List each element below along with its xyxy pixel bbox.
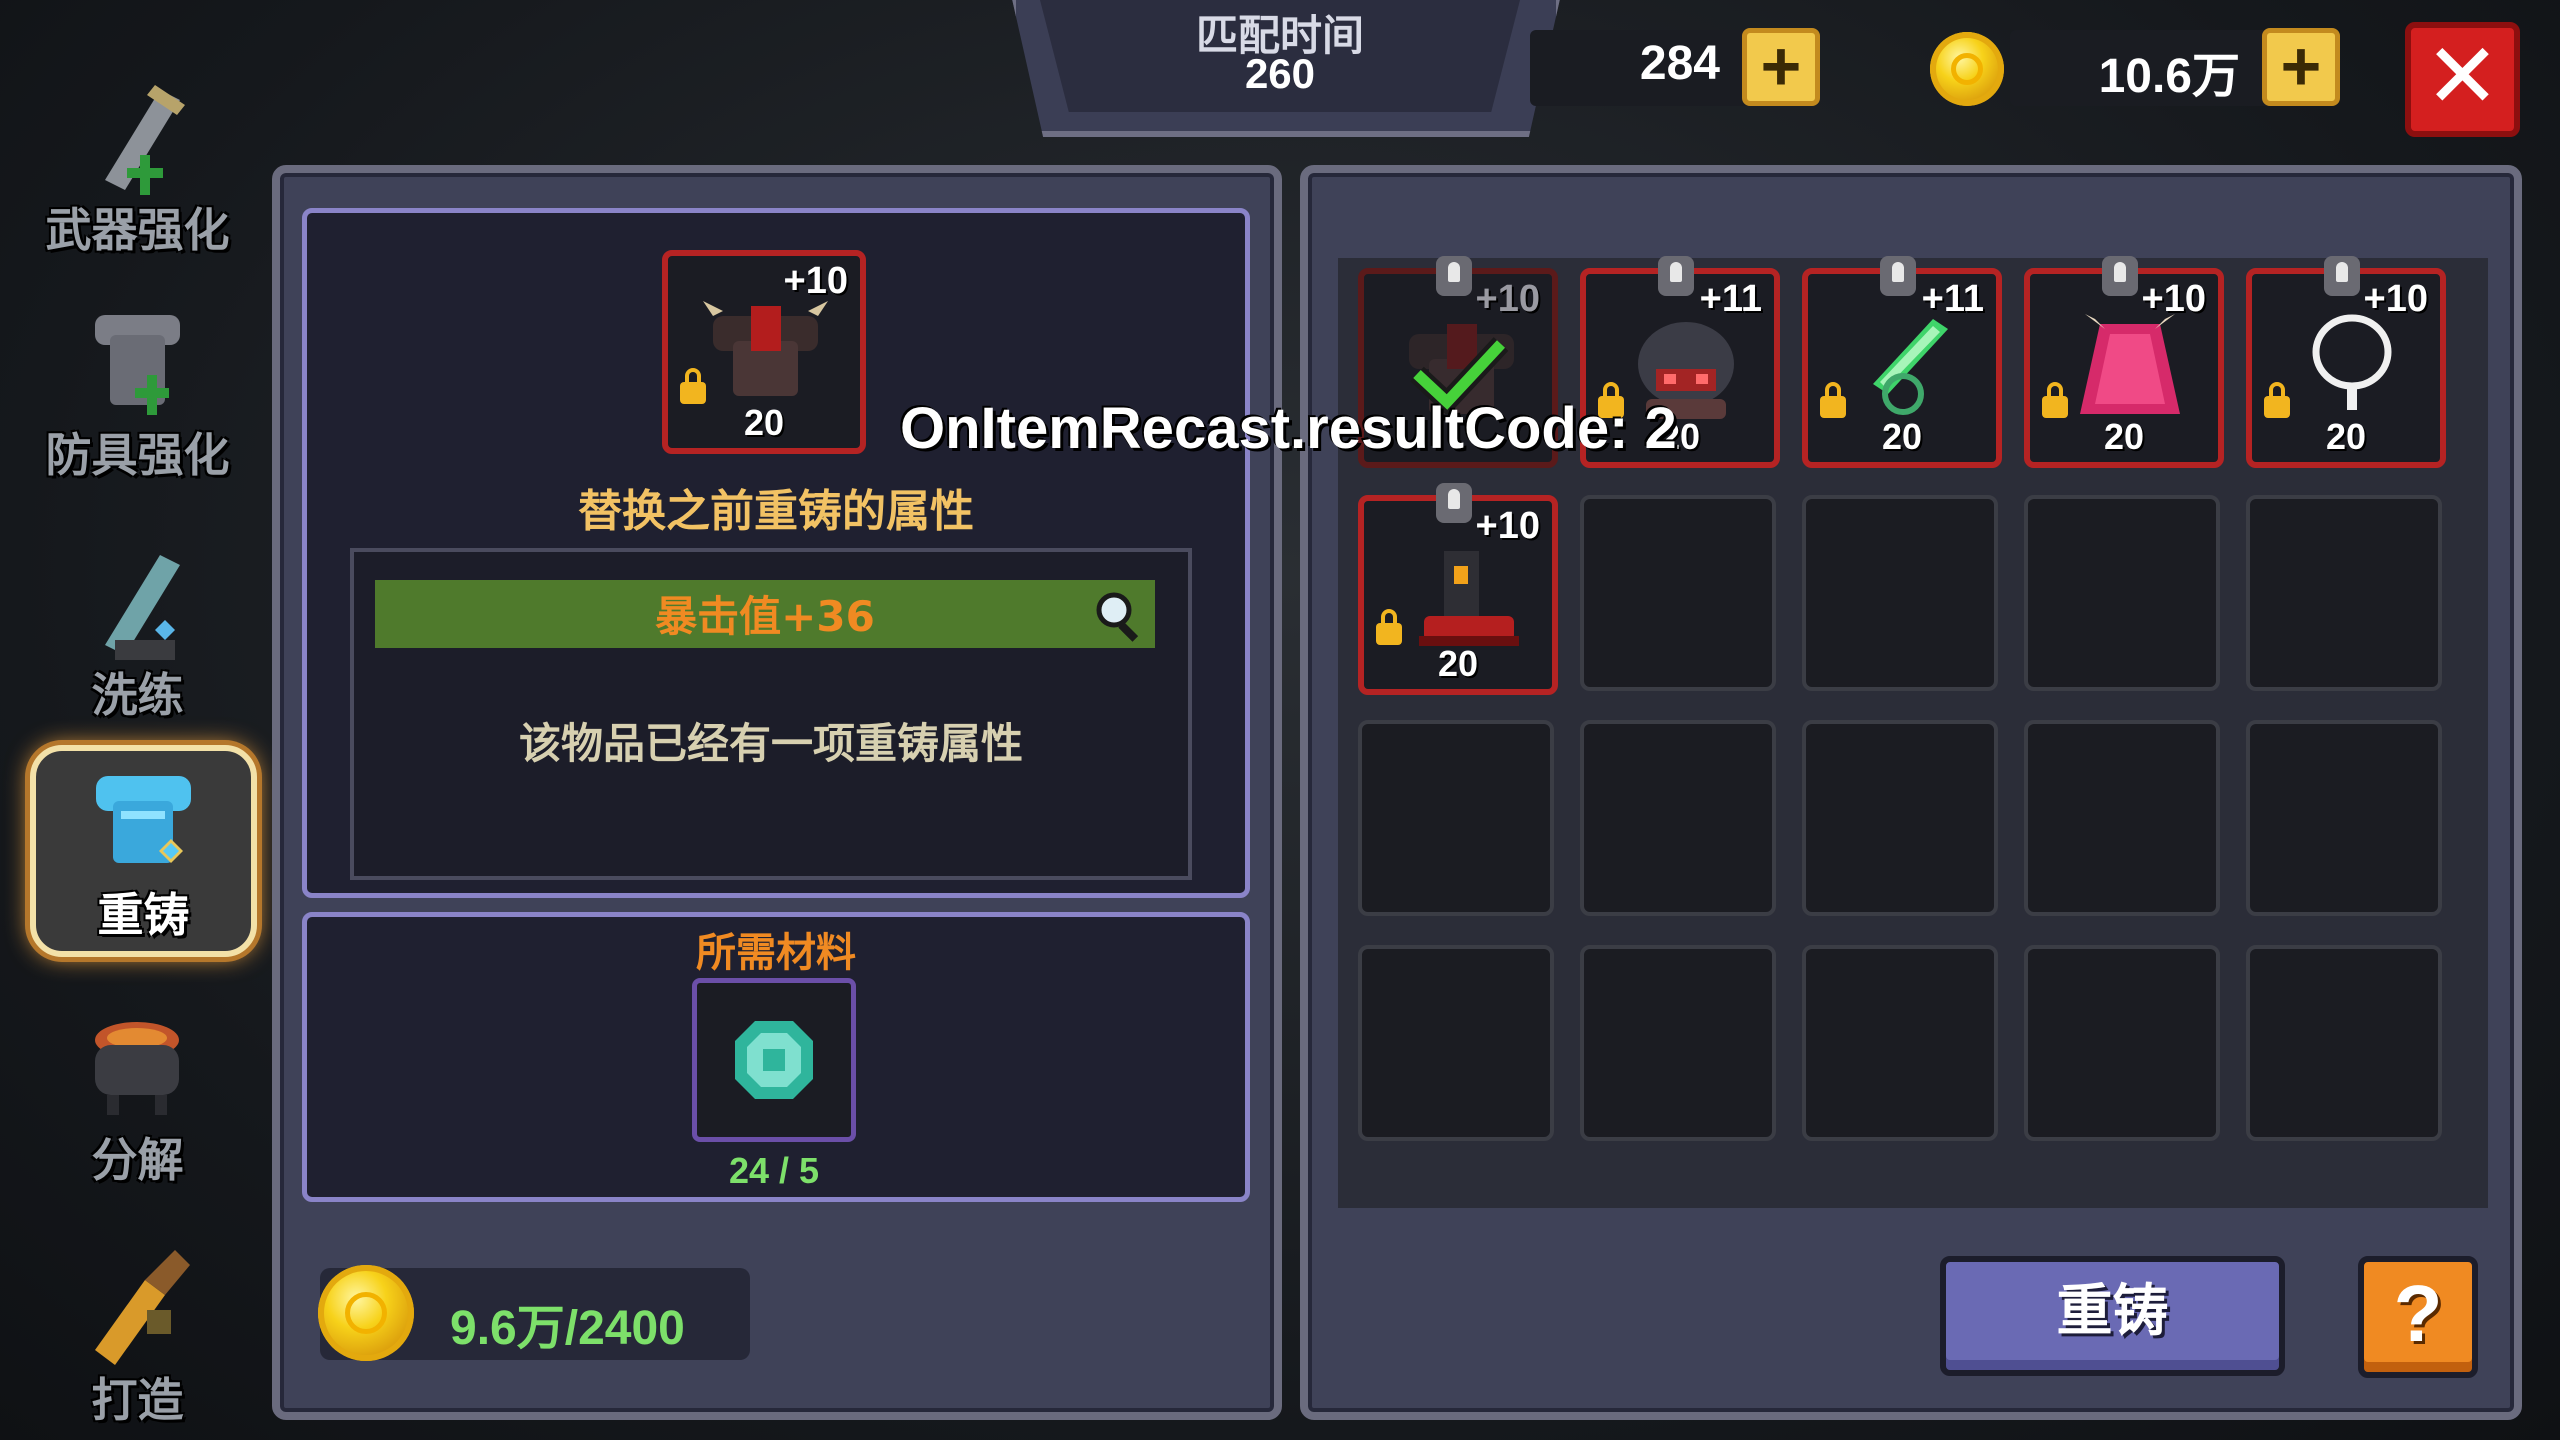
recast-selected-item[interactable]: +10 20 — [662, 250, 866, 454]
sidebar-item-label: 分解 — [91, 1133, 184, 1187]
inventory-slot[interactable] — [1802, 720, 1998, 916]
inventory-item[interactable]: +11 20 — [1802, 256, 2002, 468]
sidebar-item-recast[interactable]: 重铸 — [30, 745, 257, 957]
sidebar-item-armor-upgrade[interactable]: 防具强化 — [30, 275, 245, 485]
pin-icon — [1436, 483, 1472, 523]
inventory-slot[interactable] — [2024, 495, 2220, 691]
sidebar-item-label: 武器强化 — [45, 203, 230, 257]
pin-icon — [1436, 256, 1472, 296]
add-gems-button[interactable]: + — [1742, 28, 1820, 106]
help-button[interactable]: ? — [2358, 1256, 2478, 1378]
materials-title: 所需材料 — [696, 930, 856, 976]
recast-armor-icon — [96, 776, 191, 863]
sidebar-item-weapon-upgrade[interactable]: 武器强化 — [30, 50, 245, 260]
lock-icon — [1376, 609, 1402, 645]
recast-button[interactable]: 重铸 — [1940, 1256, 2285, 1376]
lock-icon — [2264, 382, 2290, 418]
sidebar-item-label: 重铸 — [97, 888, 190, 942]
red-boots-icon — [1419, 551, 1519, 646]
item-enhance-level: +10 — [2141, 278, 2206, 320]
inventory-slot[interactable] — [1358, 720, 1554, 916]
inventory-slot[interactable] — [1580, 945, 1776, 1141]
debug-log-text: OnItemRecast.resultCode: 2 — [900, 396, 1677, 461]
sidebar-item-forge[interactable]: 打造 — [30, 1220, 245, 1430]
lock-icon — [680, 368, 706, 404]
inventory-slot[interactable] — [1358, 945, 1554, 1141]
gold-coin-icon — [318, 1265, 414, 1361]
material-slot[interactable] — [692, 978, 856, 1142]
inventory-slot[interactable] — [2246, 495, 2442, 691]
recast-notice: 该物品已经有一项重铸属性 — [518, 719, 1023, 768]
item-level: 20 — [1881, 416, 1923, 457]
item-enhance-level: +10 — [783, 260, 848, 302]
forge-hammer-icon — [95, 1250, 190, 1365]
inventory-item[interactable]: +10 20 — [1358, 483, 1558, 695]
pin-icon — [2324, 256, 2360, 296]
item-level: 20 — [743, 402, 785, 443]
item-level: 20 — [2103, 416, 2145, 457]
sidebar-item-label: 打造 — [91, 1373, 184, 1427]
pin-icon — [1880, 256, 1916, 296]
attribute-text: 暴击值+36 — [655, 592, 875, 641]
gem-count: 284 — [1639, 37, 1720, 90]
item-enhance-level: +10 — [1475, 505, 1540, 547]
refine-sword-icon — [105, 555, 180, 660]
inventory-slot[interactable] — [2246, 720, 2442, 916]
pin-icon — [2102, 256, 2138, 296]
gold-cost: 9.6万/2400 — [450, 1302, 685, 1355]
item-enhance-level: +10 — [1475, 278, 1540, 320]
item-level: 20 — [1437, 643, 1479, 684]
cauldron-icon — [95, 1022, 179, 1115]
item-enhance-level: +11 — [1921, 278, 1984, 320]
necklace-icon — [2312, 314, 2392, 410]
add-gold-button[interactable]: + — [2262, 28, 2340, 106]
inventory-slot[interactable] — [1802, 495, 1998, 691]
gold-coin-icon — [1930, 32, 2004, 106]
pin-icon — [1658, 256, 1694, 296]
inventory-slot[interactable] — [2246, 945, 2442, 1141]
inventory-slot[interactable] — [1580, 495, 1776, 691]
replace-attribute-title: 替换之前重铸的属性 — [578, 486, 974, 537]
inventory-slot[interactable] — [2024, 720, 2220, 916]
demon-armor-icon — [703, 301, 828, 396]
recast-stone-icon — [735, 1021, 813, 1099]
lock-icon — [1820, 382, 1846, 418]
armor-upgrade-icon — [95, 315, 180, 415]
green-blade-icon — [1873, 319, 1948, 415]
pink-cape-icon — [2080, 314, 2180, 414]
sidebar-item-refine[interactable]: 洗练 — [30, 515, 245, 725]
item-enhance-level: +10 — [2363, 278, 2428, 320]
material-count: 24 / 5 — [728, 1150, 820, 1191]
sword-upgrade-icon — [105, 85, 185, 195]
match-time-value: 260 — [1244, 50, 1316, 97]
magnifier-icon[interactable] — [1092, 588, 1148, 644]
sidebar-item-label: 防具强化 — [45, 428, 230, 482]
inventory-item[interactable]: +10 20 — [2246, 256, 2446, 468]
lock-icon — [2042, 382, 2068, 418]
sidebar-item-label: 洗练 — [91, 668, 184, 722]
item-enhance-level: +11 — [1699, 278, 1762, 320]
close-button[interactable]: ✕ — [2405, 22, 2520, 137]
inventory-item[interactable]: +10 20 — [2024, 256, 2224, 468]
sidebar-item-decompose[interactable]: 分解 — [30, 980, 245, 1190]
inventory-slot[interactable] — [1580, 720, 1776, 916]
inventory-slot[interactable] — [1802, 945, 1998, 1141]
gold-count: 10.6万 — [2098, 50, 2240, 103]
item-level: 20 — [2325, 416, 2367, 457]
inventory-slot[interactable] — [2024, 945, 2220, 1141]
